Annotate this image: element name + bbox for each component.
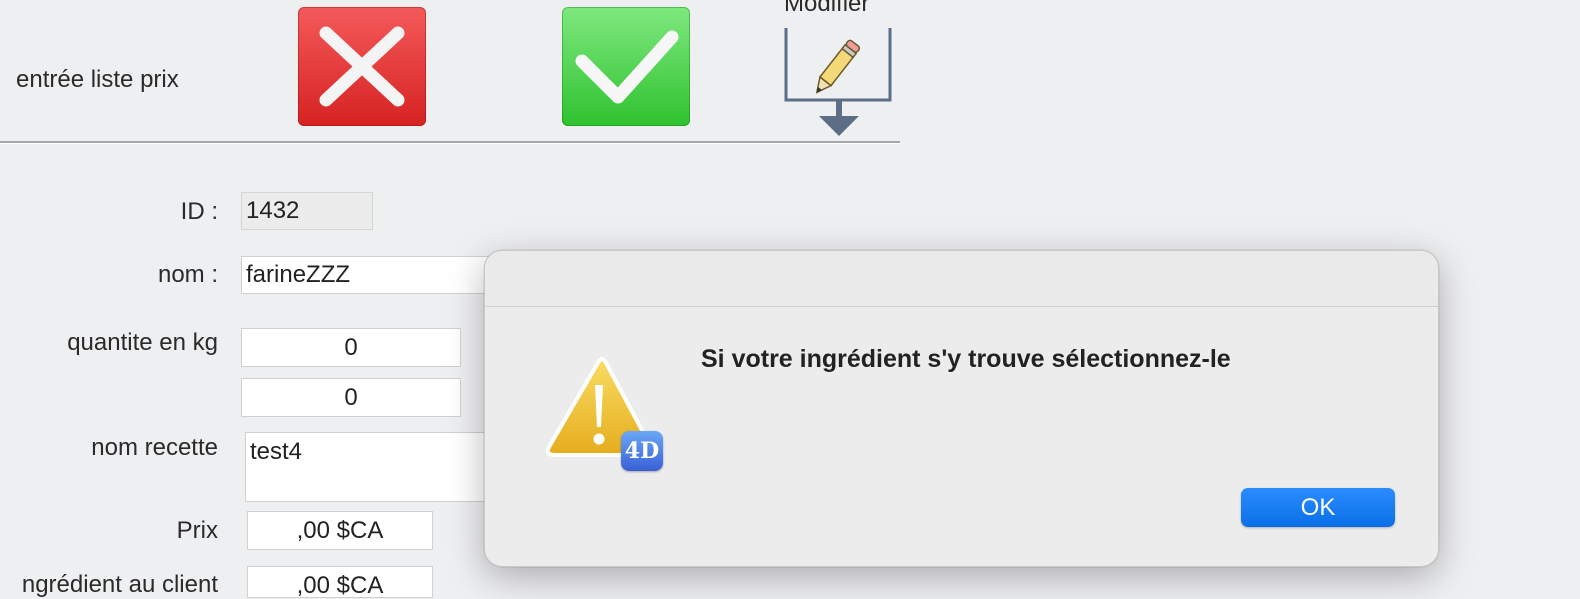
quantite-label: quantite en kg (67, 329, 218, 356)
modify-label: Modifier (784, 0, 870, 17)
nom-recette-label: nom recette (91, 434, 218, 461)
nom-recette-field[interactable]: test4 (245, 432, 501, 502)
4d-badge-text: 4D (624, 438, 660, 464)
id-label: ID : (180, 198, 218, 225)
4d-badge-icon: 4D (621, 431, 663, 471)
id-field[interactable]: 1432 (241, 192, 373, 230)
quantite-field-2[interactable]: 0 (241, 378, 461, 417)
validate-button[interactable] (562, 7, 690, 126)
form-title: entrée liste prix (16, 66, 179, 93)
pencil-icon (815, 39, 861, 94)
quantite-field[interactable]: 0 (241, 328, 461, 367)
modify-frame-icon (784, 28, 892, 136)
toolbar-divider (0, 141, 900, 143)
prix-client-field[interactable]: ,00 $CA (247, 566, 433, 598)
cancel-button[interactable] (298, 7, 426, 126)
prix-field[interactable]: ,00 $CA (247, 511, 433, 550)
prix-client-label: ngrédient au client (21, 571, 218, 598)
dialog-message: Si votre ingrédient s'y trouve sélection… (701, 345, 1231, 373)
dialog-titlebar (485, 251, 1438, 307)
check-mark-icon (575, 30, 679, 104)
nom-label: nom : (157, 261, 218, 288)
nom-field[interactable]: farineZZZ (241, 256, 501, 294)
prix-label: Prix (176, 517, 218, 544)
ok-button[interactable]: OK (1241, 488, 1395, 527)
alert-dialog: 4D Si votre ingrédient s'y trouve sélect… (484, 250, 1439, 567)
modify-button[interactable] (782, 26, 894, 138)
x-mark-icon (319, 26, 405, 107)
